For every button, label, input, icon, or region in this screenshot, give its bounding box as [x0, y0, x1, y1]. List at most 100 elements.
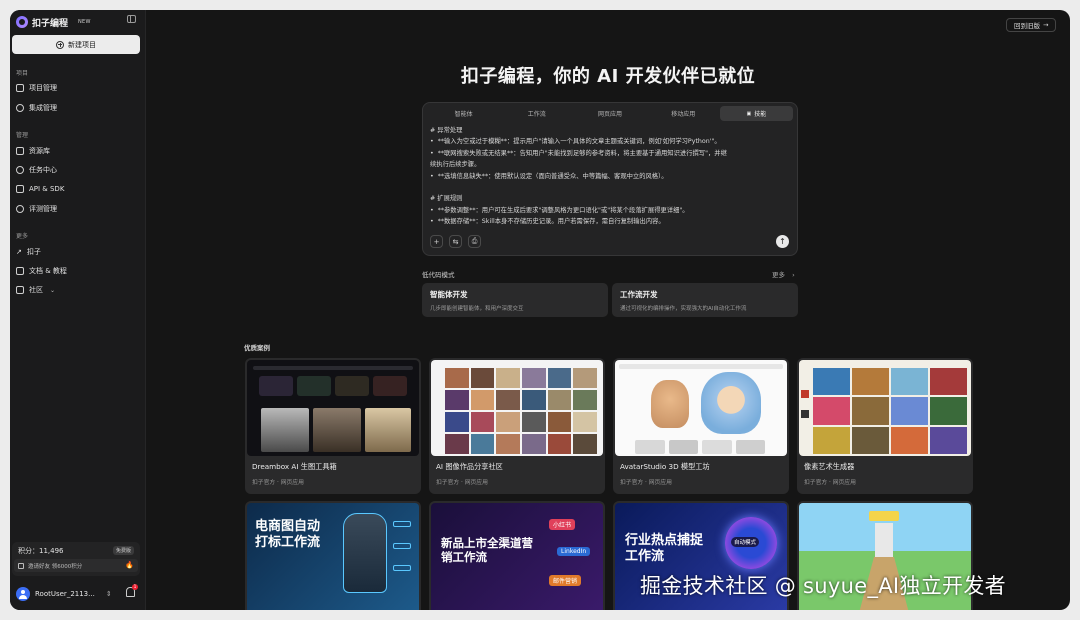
featured-cases-label: 优质案例 — [244, 344, 270, 352]
tab-skill-label: 技能 — [754, 111, 767, 118]
gift-icon — [18, 562, 24, 569]
import-button[interactable]: ⎙ — [468, 235, 481, 248]
sidebar-item-label: 扣子 — [26, 248, 41, 256]
section-label-manage: 管理 — [16, 132, 29, 139]
sidebar-item-label: 文档 & 教程 — [29, 267, 67, 275]
case-card[interactable]: 电商图自动打标工作流 — [245, 501, 421, 610]
plus-circle-icon — [56, 40, 64, 49]
sidebar-item-library[interactable]: 资源库 — [16, 144, 50, 158]
case-thumbnail-gallery — [431, 360, 603, 456]
clock-icon — [16, 166, 24, 174]
sidebar-item-label: 集成管理 — [29, 104, 57, 112]
low-code-section-label: 低代码模式 — [422, 271, 455, 279]
sidebar-item-label: 项目管理 — [29, 84, 57, 92]
chevron-down-icon: ⌄ — [50, 286, 56, 294]
mode-title: 智能体开发 — [430, 290, 468, 299]
back-to-old-label: 回到旧版 — [1014, 22, 1040, 30]
case-card[interactable]: 新品上市全渠道营销工作流 小红书 LinkedIn 邮件营销 — [429, 501, 605, 610]
more-link[interactable]: 更多 › — [772, 269, 795, 279]
coze-logo-icon — [16, 16, 28, 28]
invite-friends-button[interactable]: 邀请好友 领6000积分 🔥 — [14, 559, 138, 572]
fire-icon: 🔥 — [125, 561, 134, 569]
new-badge: NEW — [78, 19, 91, 25]
case-meta: 扣子官方 · 网页应用 — [436, 480, 488, 486]
document-icon: ⎙ — [471, 237, 478, 245]
tab-workflow[interactable]: 工作流 — [500, 106, 573, 121]
sliders-icon: ⇆ — [452, 237, 459, 246]
case-title: AvatarStudio 3D 模型工坊 — [620, 462, 710, 471]
promo-title: 新品上市全渠道营销工作流 — [441, 536, 533, 564]
case-title: 像素艺术生成器 — [804, 462, 855, 471]
prompt-textarea[interactable]: # 异常处理 • **输入为空或过于模糊**：提示用户"请输入一个具体的文章主题… — [430, 125, 792, 228]
arrow-up-right-icon: ↗ — [16, 248, 22, 256]
settings-toggle-button[interactable]: ⇆ — [449, 235, 462, 248]
book-icon — [16, 267, 24, 275]
promo-tag: 小红书 — [549, 519, 576, 530]
invite-label: 邀请好友 领6000积分 — [28, 563, 83, 570]
sidebar-item-projects[interactable]: 项目管理 — [16, 81, 57, 95]
case-thumbnail-pixel-art — [799, 360, 971, 456]
section-label-more: 更多 — [16, 233, 29, 240]
promo-title: 电商图自动打标工作流 — [255, 519, 321, 550]
promo-tag: 邮件营销 — [549, 575, 582, 586]
rocket-icon — [16, 205, 24, 213]
case-meta: 扣子官方 · 网页应用 — [620, 480, 672, 486]
tab-web-app[interactable]: 网页应用 — [573, 106, 646, 121]
add-attachment-button[interactable]: + — [430, 235, 443, 248]
send-button[interactable]: ↑ — [776, 235, 789, 248]
sidebar-item-label: API & SDK — [29, 185, 65, 193]
sidebar-item-tasks[interactable]: 任务中心 — [16, 163, 57, 177]
sidebar: 扣子编程 NEW 新建项目 项目 项目管理 集成管理 管理 资源库 任务中心 A — [10, 10, 146, 610]
plan-badge[interactable]: 免费版 — [112, 546, 134, 555]
case-card[interactable]: AvatarStudio 3D 模型工坊 扣子官方 · 网页应用 — [613, 358, 789, 494]
mode-title: 工作流开发 — [620, 290, 658, 299]
folder-icon — [16, 84, 24, 92]
case-meta: 扣子官方 · 网页应用 — [252, 480, 304, 486]
brand[interactable]: 扣子编程 NEW — [16, 13, 91, 31]
username: RootUser_2113... — [35, 590, 95, 598]
case-title: Dreambox AI 生图工具箱 — [252, 462, 337, 471]
sidebar-item-evaluation[interactable]: 评测管理 — [16, 202, 57, 216]
mode-description: 几步即能创建智能体，和用户深度交互 — [430, 306, 524, 312]
sidebar-item-docs[interactable]: 文档 & 教程 — [16, 264, 67, 278]
user-menu[interactable]: RootUser_2113... ⇕ 1 — [16, 584, 142, 602]
case-thumbnail-marketing: 新品上市全渠道营销工作流 小红书 LinkedIn 邮件营销 — [431, 503, 603, 610]
brand-name: 扣子编程 — [32, 18, 69, 29]
case-thumbnail-dreambox — [247, 360, 419, 456]
chevron-right-icon: › — [792, 271, 795, 279]
more-label: 更多 — [772, 271, 785, 279]
sidebar-item-integrations[interactable]: 集成管理 — [16, 101, 57, 115]
case-thumbnail-avatarstudio — [615, 360, 787, 456]
section-label-project: 项目 — [16, 70, 29, 77]
sidebar-item-api[interactable]: API & SDK — [16, 182, 64, 196]
new-project-label: 新建项目 — [68, 40, 96, 49]
sidebar-item-label: 评测管理 — [29, 205, 57, 213]
workflow-dev-card[interactable]: 工作流开发 通过可视化的编排操作，实现强大的AI自动化工作流 — [612, 283, 798, 317]
watermark: 掘金技术社区 @ suyue_AI独立开发者 — [640, 574, 1006, 598]
tab-skill[interactable]: ▣ 技能 — [719, 106, 794, 121]
back-to-old-version-button[interactable]: 回到旧版 → — [1006, 18, 1057, 32]
case-card[interactable]: 像素艺术生成器 扣子官方 · 网页应用 — [797, 358, 973, 494]
case-meta: 扣子官方 · 网页应用 — [804, 480, 856, 486]
prompt-composer: 智能体 工作流 网页应用 移动应用 ▣ 技能 # 异常处理 • **输入为空或过… — [422, 102, 798, 256]
arrow-right-icon: → — [1043, 21, 1049, 29]
sidebar-item-label: 社区 — [29, 286, 43, 294]
case-card[interactable]: Dreambox AI 生图工具箱 扣子官方 · 网页应用 — [245, 358, 421, 494]
app-window: 扣子编程 NEW 新建项目 项目 项目管理 集成管理 管理 资源库 任务中心 A — [10, 10, 1070, 610]
agent-dev-card[interactable]: 智能体开发 几步即能创建智能体，和用户深度交互 — [422, 283, 608, 317]
notification-count: 1 — [132, 584, 138, 590]
points-panel: 积分：11,496 免费版 邀请好友 领6000积分 🔥 — [12, 542, 140, 576]
tab-agent[interactable]: 智能体 — [427, 106, 500, 121]
sidebar-item-community[interactable]: 社区 ⌄ — [16, 283, 55, 297]
switch-account-icon: ⇕ — [105, 590, 112, 598]
new-project-button[interactable]: 新建项目 — [12, 35, 140, 54]
promo-tag: 自动模式 — [731, 537, 760, 547]
sidebar-item-label: 任务中心 — [29, 166, 57, 174]
case-title: AI 图像作品分享社区 — [436, 462, 503, 471]
promo-tag: LinkedIn — [557, 547, 591, 556]
tab-mobile-app[interactable]: 移动应用 — [647, 106, 720, 121]
code-icon — [16, 185, 24, 193]
collapse-sidebar-icon[interactable] — [127, 15, 136, 23]
case-card[interactable]: AI 图像作品分享社区 扣子官方 · 网页应用 — [429, 358, 605, 494]
sidebar-item-coze[interactable]: ↗ 扣子 — [16, 245, 41, 259]
